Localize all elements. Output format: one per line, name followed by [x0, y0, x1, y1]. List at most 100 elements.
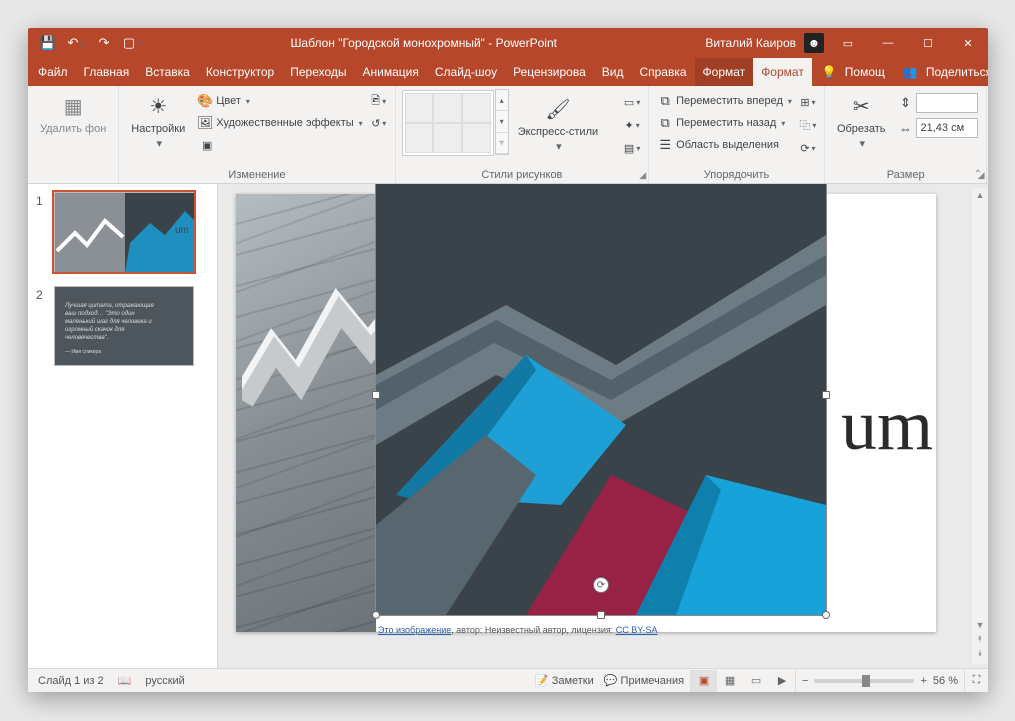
artistic-icon: 🖼 — [197, 115, 213, 131]
reset-picture-button[interactable]: ↺▾ — [369, 113, 389, 133]
rotate-handle-icon[interactable]: ⟳ — [593, 577, 609, 593]
close-icon[interactable]: ✕ — [948, 28, 988, 58]
tab-design[interactable]: Конструктор — [198, 58, 282, 86]
redo-icon[interactable]: ↷ — [90, 29, 118, 57]
user-account[interactable]: Виталий Каиров ☻ — [701, 33, 828, 53]
ribbon-display-icon[interactable]: ▭ — [828, 28, 868, 58]
slideshow-view-icon[interactable]: ▶ — [769, 670, 795, 692]
user-name: Виталий Каиров — [705, 36, 796, 50]
share-icon: 👥 — [903, 65, 918, 79]
bring-forward-button[interactable]: ⧉Переместить вперед▾ — [655, 90, 794, 112]
compress-button[interactable]: ▣ — [197, 135, 217, 155]
height-input[interactable] — [916, 93, 978, 113]
tab-view[interactable]: Вид — [594, 58, 632, 86]
prev-slide-icon[interactable]: ⯭ — [977, 634, 982, 648]
minimize-icon[interactable]: — — [868, 28, 908, 58]
comments-button[interactable]: 💬 Примечания — [604, 674, 684, 687]
fit-to-window-icon[interactable]: ⛶ — [964, 670, 988, 692]
tab-help[interactable]: Справка — [631, 58, 694, 86]
group-size-label: Размер — [887, 169, 925, 181]
group-arrange-label: Упорядочить — [704, 169, 769, 181]
title-bar: 💾 ↶▾ ↷ ▢▾ Шаблон "Городской монохромный"… — [28, 28, 988, 58]
svg-text:ваш подход… "Это один: ваш подход… "Это один — [65, 311, 135, 317]
maximize-icon[interactable]: ☐ — [908, 28, 948, 58]
picture-border-button[interactable]: ▭▾ — [622, 92, 642, 112]
change-picture-button[interactable]: 🖻▾ — [369, 91, 389, 111]
background-image-stairs — [236, 194, 376, 632]
picture-effects-button[interactable]: ✦▾ — [622, 115, 642, 135]
gallery-more-button[interactable]: ▴▾▿ — [495, 89, 509, 155]
color-icon: 🎨 — [197, 93, 213, 109]
rotate-button[interactable]: ⟳▾ — [798, 138, 818, 158]
svg-text:Лучшая цитата, отражающая: Лучшая цитата, отражающая — [64, 303, 154, 309]
height-icon: ⇕ — [897, 95, 913, 111]
license-link[interactable]: CC BY-SA — [616, 625, 658, 635]
work-area: 1 um 2 Лучшая цитата, отражающая ваш под… — [28, 184, 988, 668]
crop-button[interactable]: ✂ Обрезать▾ — [831, 90, 892, 152]
styles-dialog-launcher[interactable]: ◢ — [639, 170, 646, 181]
corrections-button[interactable]: ☀ Настройки ▾ — [125, 90, 191, 152]
width-input[interactable]: 21,43 см — [916, 118, 978, 138]
corrections-icon: ☀ — [144, 92, 172, 120]
tell-me[interactable]: Помощ — [845, 65, 885, 79]
selection-pane-button[interactable]: ☰Область выделения — [655, 134, 794, 156]
next-slide-icon[interactable]: ⯯ — [977, 648, 982, 662]
group-objects-button[interactable]: ⿻▾ — [798, 115, 818, 135]
window-controls: ▭ — ☐ ✕ — [828, 28, 988, 58]
tab-review[interactable]: Рецензирова — [505, 58, 594, 86]
picture-styles-gallery[interactable]: ▴▾▿ — [402, 90, 494, 156]
reading-view-icon[interactable]: ▭ — [743, 670, 769, 692]
zoom-out-icon[interactable]: − — [802, 675, 808, 687]
tab-animations[interactable]: Анимация — [355, 58, 427, 86]
crop-icon: ✂ — [847, 92, 875, 120]
artistic-effects-button[interactable]: 🖼Художественные эффекты▾ — [195, 112, 364, 134]
tab-format-tools[interactable]: Формат — [695, 58, 754, 86]
vertical-scrollbar[interactable]: ▲ ▼ ⯭ ⯯ — [972, 188, 988, 664]
zoom-level[interactable]: 56 % — [933, 675, 958, 687]
notes-button[interactable]: 📝 Заметки — [535, 674, 594, 687]
tab-slideshow[interactable]: Слайд-шоу — [427, 58, 505, 86]
scroll-down-icon[interactable]: ▼ — [976, 620, 985, 634]
share-button[interactable]: Поделиться — [926, 65, 988, 79]
zoom-in-icon[interactable]: + — [920, 675, 926, 687]
user-avatar-icon: ☻ — [804, 33, 824, 53]
color-button[interactable]: 🎨Цвет▾ — [195, 90, 364, 112]
tab-file[interactable]: Файл — [30, 58, 76, 86]
slide-counter[interactable]: Слайд 1 из 2 — [38, 675, 104, 687]
picture-layout-button[interactable]: ▤▾ — [622, 138, 642, 158]
language-button[interactable]: русский — [145, 675, 184, 687]
slide-thumbnail-2[interactable]: Лучшая цитата, отражающая ваш подход… "Э… — [54, 286, 194, 366]
svg-text:маленький шаг для человека и: маленький шаг для человека и — [65, 318, 152, 325]
zoom-control: − + 56 % — [796, 675, 964, 687]
scroll-up-icon[interactable]: ▲ — [976, 190, 985, 204]
spellcheck-icon[interactable]: 📖 — [118, 674, 132, 687]
group-styles-label: Стили рисунков — [481, 169, 562, 181]
send-backward-button[interactable]: ⧉Переместить назад▾ — [655, 112, 794, 134]
normal-view-icon[interactable]: ▣ — [691, 670, 717, 692]
tab-picture-format[interactable]: Формат — [753, 58, 812, 86]
slide-canvas[interactable]: um — [218, 184, 988, 668]
attribution-link[interactable]: Это изображение — [378, 625, 451, 635]
tab-home[interactable]: Главная — [76, 58, 138, 86]
zoom-slider[interactable] — [814, 679, 914, 683]
send-backward-icon: ⧉ — [657, 115, 673, 131]
save-icon[interactable]: 💾 — [34, 29, 62, 57]
svg-text:um: um — [175, 225, 189, 236]
start-from-beginning-icon[interactable]: ▢▾ — [118, 29, 146, 57]
selected-picture[interactable]: ⟳ ⟳ — [376, 184, 826, 615]
svg-text:огромный скачок для: огромный скачок для — [65, 326, 125, 333]
app-window: 💾 ↶▾ ↷ ▢▾ Шаблон "Городской монохромный"… — [28, 28, 988, 692]
quick-styles-button[interactable]: 🖌 Экспресс-стили▾ — [512, 90, 604, 158]
document-title: Шаблон "Городской монохромный" - PowerPo… — [146, 36, 701, 50]
title-text: um — [841, 384, 933, 467]
slide-thumbnail-1[interactable]: um — [54, 192, 194, 272]
tab-insert[interactable]: Вставка — [137, 58, 198, 86]
tab-transitions[interactable]: Переходы — [282, 58, 354, 86]
undo-icon[interactable]: ↶▾ — [62, 29, 90, 57]
align-button[interactable]: ⊞▾ — [798, 92, 818, 112]
remove-background-button[interactable]: ▦ Удалить фон — [34, 90, 112, 137]
sorter-view-icon[interactable]: ▦ — [717, 670, 743, 692]
status-bar: Слайд 1 из 2 📖 русский 📝 Заметки 💬 Приме… — [28, 668, 988, 692]
collapse-ribbon-icon[interactable]: ⌃ — [974, 169, 982, 180]
selection-pane-icon: ☰ — [657, 137, 673, 153]
